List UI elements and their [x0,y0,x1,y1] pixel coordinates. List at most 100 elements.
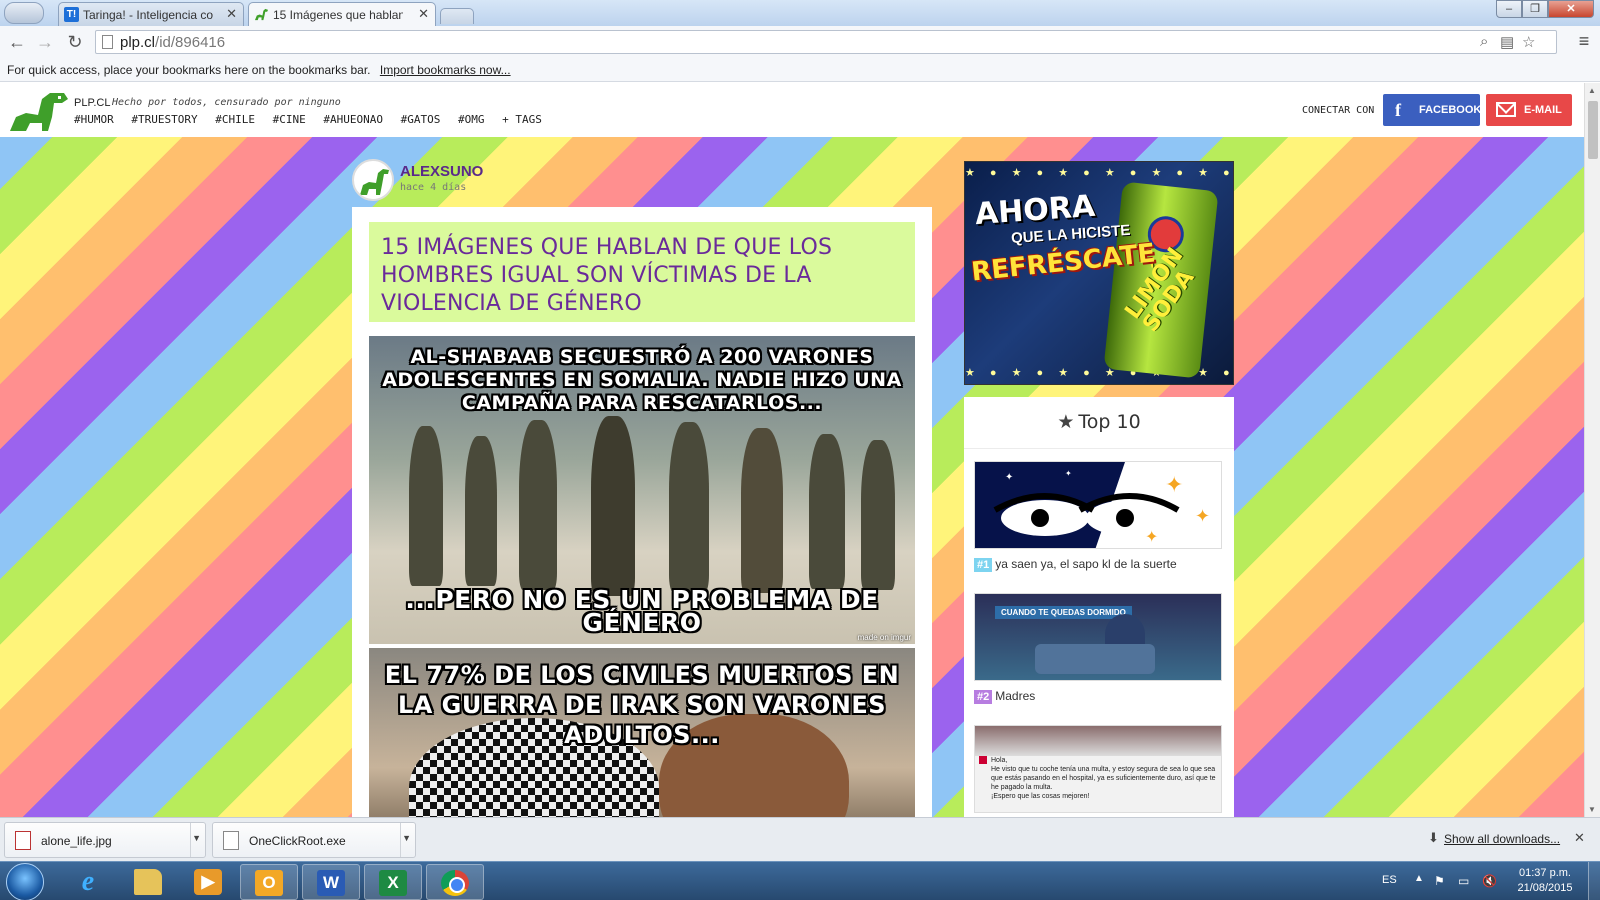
download-filename: OneClickRoot.exe [249,834,346,848]
translate-icon[interactable]: ▤ [1500,33,1514,51]
close-window-button[interactable]: ✕ [1548,0,1594,18]
taskbar-media-player[interactable]: ▶ [180,864,238,900]
maximize-button[interactable]: ❐ [1522,0,1548,18]
divider [190,823,191,857]
address-bar[interactable]: plp.cl/id/896416 ⌕ ▤ ☆ [95,30,1557,54]
excel-icon: X [379,870,407,896]
svg-text:✦: ✦ [1065,469,1072,478]
taringa-favicon-icon: T! [64,7,79,22]
thumb-text: Hola, He visto que tu coche tenía una mu… [991,757,1216,800]
download-item[interactable]: OneClickRoot.exe ▼ [212,822,416,858]
show-hidden-icons-icon[interactable]: ▲ [1414,873,1424,884]
word-icon: W [317,870,345,896]
volume-muted-icon[interactable]: 🔇 [1482,874,1498,888]
taskbar-ie[interactable]: e [60,864,118,900]
tab-plp-active[interactable]: 15 Imágenes que hablan c ✕ [248,2,436,26]
top10-thumbnail[interactable]: Hola, He visto que tu coche tenía una mu… [974,725,1222,813]
author-avatar[interactable] [352,159,394,201]
site-name[interactable]: PLP.CL [74,97,111,109]
start-button[interactable] [6,863,44,900]
bookmarks-bar: For quick access, place your bookmarks h… [0,58,1600,82]
close-tab-icon[interactable]: ✕ [226,6,237,22]
top10-item-title: Madres [995,689,1036,703]
rank-badge: #1 [974,558,993,572]
search-icon[interactable]: ⌕ [1480,33,1488,50]
new-tab-button[interactable] [440,8,474,24]
tag-cine[interactable]: #CINE [273,113,306,126]
post-title: 15 IMÁGENES QUE HABLAN DE QUE LOS HOMBRE… [381,235,833,316]
close-icon[interactable]: ✕ [1574,830,1585,846]
url-text[interactable]: plp.cl/id/896416 [120,34,225,51]
page-scrollbar[interactable]: ▲ ▼ [1584,83,1600,817]
taskbar-excel[interactable]: X [364,864,422,900]
tag-truestory[interactable]: #TRUESTORY [131,113,197,126]
thumb-photo [975,726,1221,756]
bookmark-star-icon[interactable]: ☆ [1522,33,1535,51]
close-tab-icon[interactable]: ✕ [418,6,429,22]
dropdown-arrow-icon[interactable]: ▼ [402,833,411,843]
meme-caption-bottom: ...PERO NO ES UN PROBLEMA DE GÉNERO [405,585,879,637]
soldier-figure [809,434,845,589]
dropdown-arrow-icon[interactable]: ▼ [192,833,201,843]
taskbar-word[interactable]: W [302,864,360,900]
tab-title: Taringa! - Inteligencia col [83,8,213,22]
svg-text:✦: ✦ [1145,529,1158,546]
taskbar-chrome[interactable] [426,864,484,900]
tag-chile[interactable]: #CHILE [215,113,255,126]
reload-icon[interactable]: ↻ [64,31,86,53]
dino-favicon-icon [254,8,269,21]
outlook-icon: O [255,870,283,896]
soldier-figure [669,422,709,592]
profile-icon[interactable] [4,2,44,24]
meme-image[interactable]: EL 77% DE LOS CIVILES MUERTOS EN LA GUER… [369,648,915,817]
scroll-down-icon[interactable]: ▼ [1588,805,1596,814]
top10-item[interactable]: ✦ ✦ ✦ ✦ ✦ #1 ya saen ya, el sapo kl de la… [974,461,1222,572]
tag-ahueonao[interactable]: #AHUEONAO [323,113,383,126]
taskbar-explorer[interactable] [120,864,178,900]
tag-humor[interactable]: #HUMOR [74,113,114,126]
top10-caption[interactable]: #2 Madres [974,689,1222,704]
ad-line1: AHORA [973,188,1097,233]
action-center-flag-icon[interactable]: ⚑ [1434,874,1448,888]
top10-item[interactable]: Hola, He visto que tu coche tenía una mu… [974,725,1222,813]
ie-icon: e [81,866,95,897]
top10-thumbnail[interactable]: ✦ ✦ ✦ ✦ ✦ [974,461,1222,549]
clock[interactable]: 01:37 p.m. 21/08/2015 [1512,866,1578,896]
download-item[interactable]: alone_life.jpg ▼ [4,822,206,858]
taskbar-outlook[interactable]: O [240,864,298,900]
show-all-downloads-link[interactable]: Show all downloads... [1444,832,1560,846]
minimize-button[interactable]: – [1496,0,1522,18]
language-indicator[interactable]: ES [1382,874,1397,886]
tag-omg[interactable]: #OMG [458,113,485,126]
chrome-menu-icon[interactable]: ≡ [1574,31,1594,52]
couch-shape [1035,644,1155,674]
import-bookmarks-link[interactable]: Import bookmarks now... [380,63,511,77]
back-arrow-icon[interactable]: ← [6,31,28,53]
tab-title: 15 Imágenes que hablan c [273,8,403,22]
tag-more[interactable]: + TAGS [502,113,542,126]
ad-banner[interactable]: ★ ● ★ ● ★ ● ★ ● ★ ● ★ ● ★ ● ★ ● ★ ● ★ ● … [964,161,1234,385]
soda-can-image: LIMÓN SODA [1103,181,1219,379]
thumb-text: CUANDO TE QUEDAS DORMIDO [995,606,1132,619]
email-login-button[interactable]: E-MAIL [1486,94,1572,126]
tag-gatos[interactable]: #GATOS [401,113,441,126]
top10-thumbnail[interactable]: CUANDO TE QUEDAS DORMIDO [974,593,1222,681]
facebook-label: FACEBOOK [1419,104,1482,116]
scrollbar-thumb[interactable] [1588,101,1598,159]
dino-logo-icon[interactable] [8,89,70,133]
network-icon[interactable]: ▭ [1458,874,1474,888]
soldier-figure [519,420,557,590]
top10-header: ★ Top 10 [964,397,1234,449]
page-icon [102,35,113,49]
top10-item[interactable]: CUANDO TE QUEDAS DORMIDO #2 Madres [974,593,1222,704]
forward-arrow-icon[interactable]: → [34,31,56,53]
top10-widget: ★ Top 10 ✦ ✦ ✦ ✦ ✦ #1 ya saen ya, el sap… [964,397,1234,817]
meme-image[interactable]: AL-SHABAAB SECUESTRÓ A 200 VARONES ADOLE… [369,336,915,644]
author-name[interactable]: ALEXSUNO [400,163,483,180]
scroll-up-icon[interactable]: ▲ [1588,86,1596,95]
svg-text:✦: ✦ [1165,472,1183,497]
facebook-login-button[interactable]: f FACEBOOK [1383,94,1482,126]
top10-caption[interactable]: #1 ya saen ya, el sapo kl de la suerte [974,557,1222,572]
tab-taringa[interactable]: T! Taringa! - Inteligencia col ✕ [58,2,244,26]
show-desktop-button[interactable] [1588,862,1600,900]
